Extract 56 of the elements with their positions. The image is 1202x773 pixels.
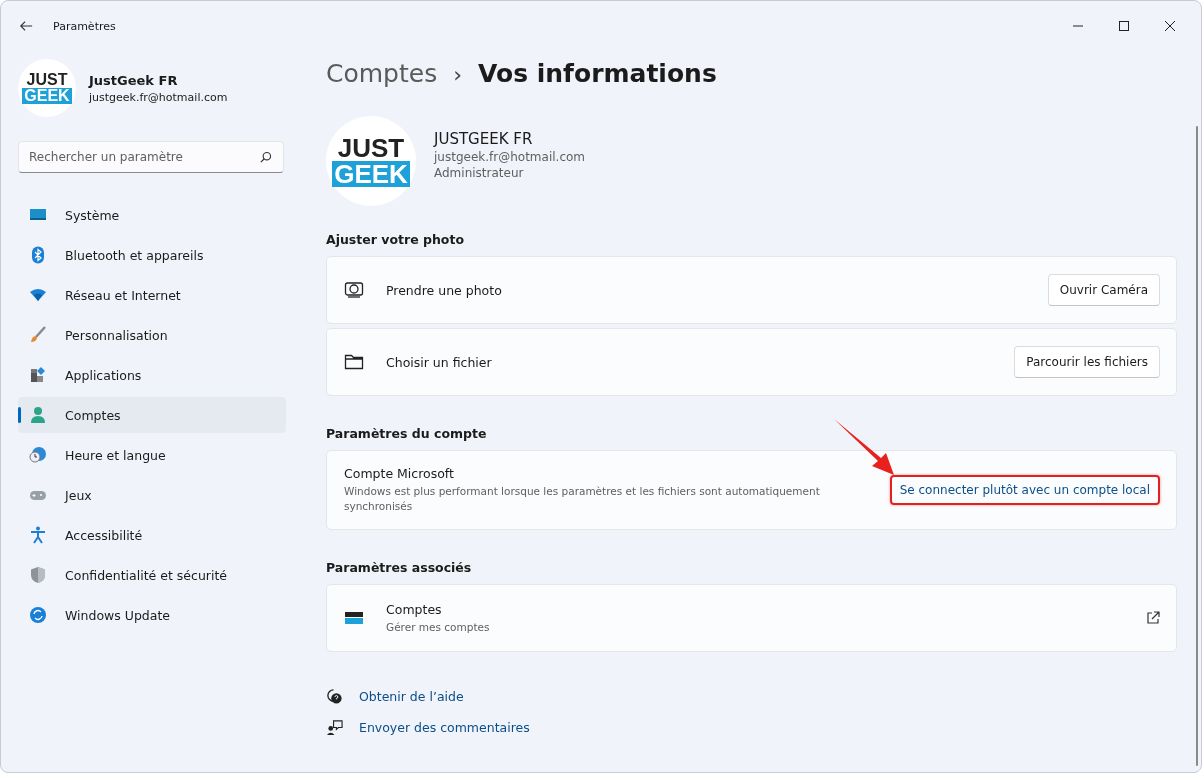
profile-avatar-logo: JUST GEEK [326,116,416,206]
nav-item[interactable]: Windows Update [18,597,286,633]
scrollbar[interactable] [1196,126,1198,766]
breadcrumb-separator: › [453,62,462,87]
card-button[interactable]: Parcourir les fichiers [1014,346,1160,378]
camera-icon [344,280,364,300]
section-heading: Paramètres associés [326,560,473,575]
nav-item[interactable]: Système [18,197,286,233]
card-title: Choisir un fichier [386,354,493,370]
user-name: JustGeek FR [89,72,179,88]
profile-role: Administrateur [434,166,525,180]
local-account-link[interactable]: Se connecter plutôt avec un compte local [889,475,1160,505]
section-heading: Ajuster votre photo [326,232,465,247]
card-button[interactable]: Ouvrir Caméra [1047,274,1160,306]
clock-icon [29,446,47,464]
user-email: justgeek.fr@hotmail.com [89,90,228,104]
profile-name: JUSTGEEK FR [434,130,534,148]
section-heading: Paramètres du compte [326,426,488,441]
external-link-icon[interactable] [1146,611,1160,625]
window-title: Paramètres [53,19,116,33]
avatar-logo: JUST GEEK [18,59,76,117]
footer-link[interactable]: Envoyer des commentaires [359,720,530,735]
card-title: Prendre une photo [386,282,503,298]
feedback-icon [326,719,343,736]
nav-item[interactable]: Bluetooth et appareils [18,237,286,273]
nav-item[interactable]: Heure et langue [18,437,286,473]
help-icon [326,688,343,705]
update-icon [29,606,47,624]
app-logo-icon [344,611,364,625]
card-title: Comptes [386,601,443,617]
nav-item[interactable]: Jeux [18,477,286,513]
shield-icon [29,566,47,584]
brush-icon [29,326,47,344]
nav-item[interactable]: Accessibilité [18,517,286,553]
accessibility-icon [29,526,47,544]
footer-link[interactable]: Obtenir de l’aide [359,689,464,704]
breadcrumb-link[interactable]: Comptes [326,59,438,88]
person-icon [29,406,47,424]
back-arrow-icon[interactable] [19,19,33,33]
nav-item[interactable]: Confidentialité et sécurité [18,557,286,593]
search-icon [260,151,272,163]
card-description: Gérer mes comptes [386,619,491,635]
folder-icon [344,352,364,372]
profile-email: justgeek.fr@hotmail.com [434,150,585,164]
nav-item[interactable]: Personnalisation [18,317,286,353]
page-title: Vos informations [478,59,717,88]
apps-icon [29,366,47,384]
nav-item[interactable]: Applications [18,357,286,393]
card-title: Compte Microsoft [344,466,455,482]
close-icon[interactable] [1165,21,1175,31]
maximize-icon[interactable] [1119,21,1129,31]
card-description: Windows est plus performant lorsque les paramètres et les fichiers sont automatiquement synchronisés [344,484,821,514]
search-field[interactable]: Rechercher un paramètre [18,141,284,173]
bluetooth-icon [29,246,47,264]
nav-item[interactable]: Réseau et Internet [18,277,286,313]
nav-item[interactable]: Comptes [18,397,286,433]
